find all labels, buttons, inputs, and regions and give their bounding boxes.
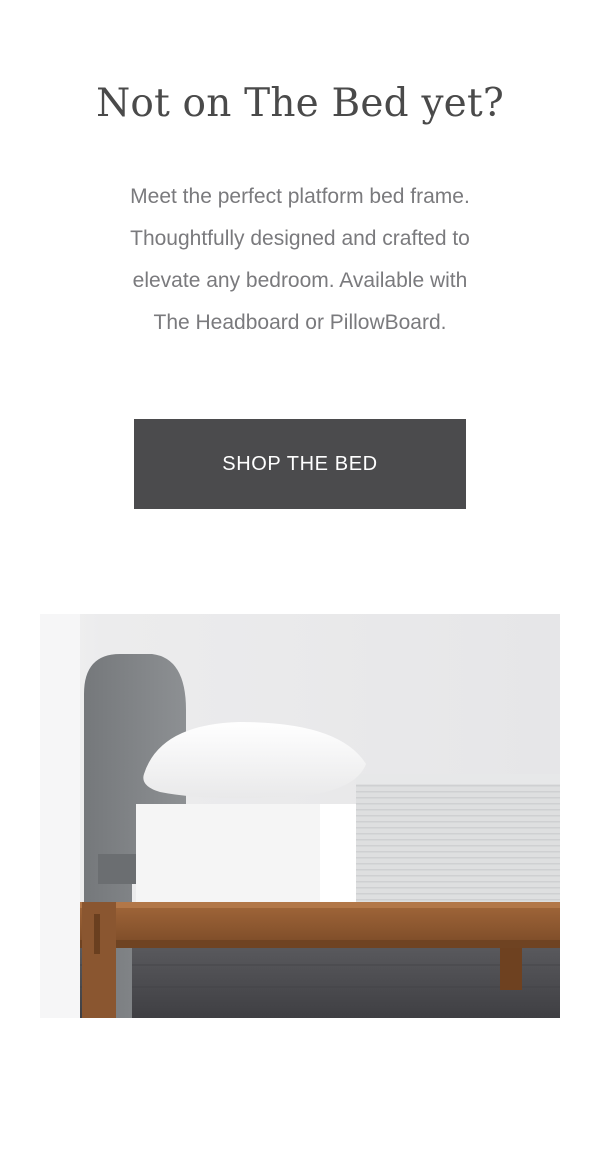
shop-the-bed-label: SHOP THE BED [222, 452, 378, 475]
email-page: Not on The Bed yet? Meet the perfect pla… [0, 0, 600, 1158]
headline: Not on The Bed yet? [96, 81, 504, 126]
bed-illustration [40, 614, 560, 1018]
body-line: elevate any bedroom. Available with [132, 269, 468, 292]
body-copy: Meet the perfect platform bed frame. Tho… [50, 176, 550, 344]
bed-product-image[interactable] [40, 614, 560, 1018]
shop-the-bed-button[interactable]: SHOP THE BED [134, 419, 466, 509]
body-line: Meet the perfect platform bed frame. [130, 185, 470, 208]
body-line: Thoughtfully designed and crafted to [130, 227, 470, 250]
body-line: The Headboard or PillowBoard. [153, 311, 447, 334]
